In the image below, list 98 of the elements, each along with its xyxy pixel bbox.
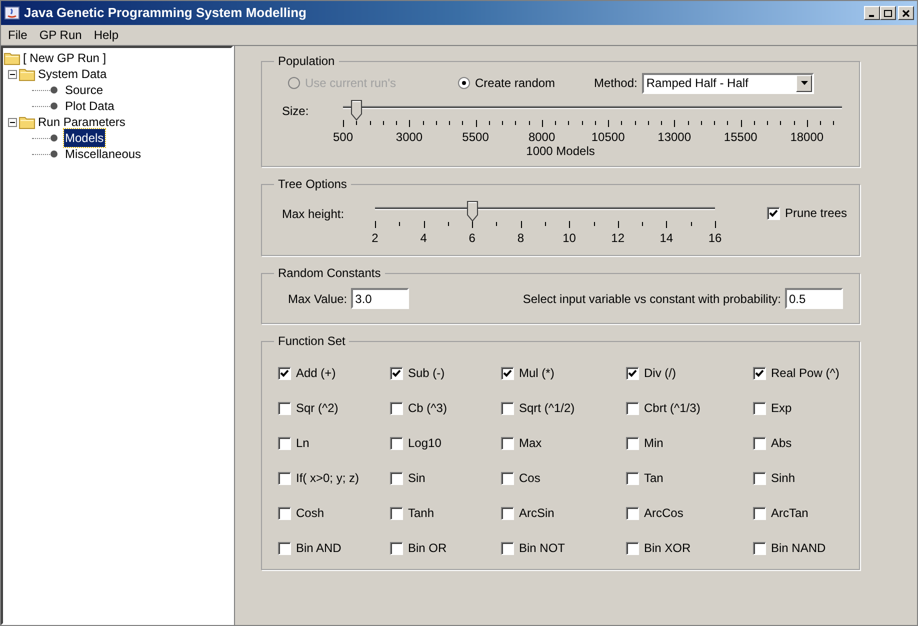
field-label: Select input variable vs constant with probability: <box>522 290 781 308</box>
function-checkbox[interactable]: Log10 <box>390 434 501 452</box>
check-icon <box>392 368 401 378</box>
group-title: Random Constants <box>277 265 382 282</box>
menu-item[interactable]: Help <box>88 26 124 44</box>
function-checkbox[interactable]: Cosh <box>278 504 390 522</box>
function-checkbox[interactable]: Sinh <box>753 469 847 487</box>
group-title: Population <box>277 53 336 70</box>
dot-icon <box>50 134 58 142</box>
tree-item[interactable]: [ New GP Run ] <box>22 49 108 67</box>
group-title: Function Set <box>277 333 346 350</box>
function-checkbox[interactable]: Tanh <box>390 504 501 522</box>
radio-button[interactable]: Create random <box>458 74 588 92</box>
folder-icon <box>19 67 35 81</box>
check-icon <box>628 368 637 378</box>
dot-icon <box>50 86 58 94</box>
max-height-label: Max height: <box>281 206 346 223</box>
function-checkbox[interactable]: Exp <box>753 399 847 417</box>
prune-checkbox[interactable]: Prune trees <box>766 204 847 222</box>
function-checkbox[interactable]: Bin NOT <box>501 539 626 557</box>
minimize-button[interactable] <box>864 6 880 20</box>
collapse-icon[interactable] <box>8 118 17 126</box>
function-checkbox[interactable]: Ln <box>278 434 390 452</box>
function-checkbox[interactable]: Max <box>501 434 626 452</box>
slider-thumb[interactable] <box>350 100 362 121</box>
dot-icon <box>50 150 58 158</box>
function-checkbox[interactable]: Sub (-) <box>390 364 501 382</box>
function-checkbox[interactable]: If( x>0; y; z) <box>278 469 390 487</box>
function-checkbox[interactable]: Cos <box>501 469 626 487</box>
tick-label: 4 <box>420 230 427 247</box>
slider-thumb[interactable] <box>467 201 478 222</box>
function-checkbox[interactable]: Cbrt (^1/3) <box>626 399 753 417</box>
tick-label: 10 <box>562 230 576 247</box>
tick-label: 2 <box>372 230 378 247</box>
tree-item[interactable]: Miscellaneous <box>64 145 142 163</box>
dot-icon <box>50 102 58 110</box>
function-checkbox[interactable]: Abs <box>753 434 847 452</box>
window-title: Java Genetic Programming System Modelling <box>24 4 306 22</box>
tree-item[interactable]: Plot Data <box>64 97 116 115</box>
maximize-icon <box>884 10 892 16</box>
tick-label: 500 <box>332 129 354 146</box>
function-checkbox[interactable]: ArcTan <box>753 504 847 522</box>
function-checkbox[interactable]: ArcSin <box>501 504 626 522</box>
slider[interactable]: 2 4 6 8 10 12 14 16 <box>370 201 720 245</box>
check-icon <box>768 208 778 218</box>
tick-label: 10500 <box>591 129 625 146</box>
field-label: Max Value: <box>288 290 348 308</box>
function-checkbox[interactable]: Sqr (^2) <box>278 399 390 417</box>
tick-label: 14 <box>660 230 674 247</box>
check-icon <box>503 368 512 378</box>
menu-item[interactable]: GP Run <box>34 26 87 44</box>
function-checkbox[interactable]: Tan <box>626 469 753 487</box>
tree-item[interactable]: Source <box>64 81 104 99</box>
menu-item[interactable]: File <box>3 26 32 44</box>
close-icon <box>902 10 910 16</box>
size-reading: 1000 Models <box>526 143 595 160</box>
dropdown-arrow-icon <box>800 81 808 85</box>
tick-label: 3000 <box>396 129 423 146</box>
size-label: Size: <box>281 103 310 120</box>
function-checkbox[interactable]: Div (/) <box>626 364 753 382</box>
function-checkbox[interactable]: Bin NAND <box>753 539 847 557</box>
maximize-button[interactable] <box>880 6 896 20</box>
input-field[interactable]: 0.5 <box>785 288 843 309</box>
check-icon <box>755 368 764 378</box>
tree-item[interactable]: System Data <box>37 65 108 83</box>
tick-label: 6 <box>468 230 476 247</box>
collapse-icon[interactable] <box>8 70 17 78</box>
function-checkbox[interactable]: Real Pow (^) <box>753 364 847 382</box>
close-button[interactable] <box>898 6 914 20</box>
group-title: Tree Options <box>277 176 348 193</box>
app-icon <box>4 5 20 21</box>
function-checkbox[interactable]: Bin OR <box>390 539 501 557</box>
function-checkbox[interactable]: Add (+) <box>278 364 390 382</box>
disabled-state: Create random <box>475 75 556 92</box>
function-checkbox[interactable]: Bin XOR <box>626 539 753 557</box>
tick-label: 5500 <box>462 129 489 146</box>
function-checkbox[interactable]: Mul (*) <box>501 364 626 382</box>
function-checkbox[interactable]: Cb (^3) <box>390 399 501 417</box>
input-field[interactable]: 3.0 <box>351 288 410 309</box>
folder-icon <box>19 115 35 129</box>
function-checkbox[interactable]: ArcCos <box>626 504 753 522</box>
check-icon <box>280 368 289 378</box>
function-checkbox[interactable]: Sin <box>390 469 501 487</box>
tick-label: 8000 <box>528 129 556 146</box>
function-checkbox[interactable]: Bin AND <box>278 539 390 557</box>
tick-label: 8 <box>517 230 524 247</box>
method-label: Method: <box>594 75 638 92</box>
tick-label: 15500 <box>724 129 758 146</box>
tick-label: 16 <box>708 230 722 247</box>
tick-label: 18000 <box>790 129 824 146</box>
tree-item[interactable]: Models <box>64 129 105 147</box>
tick-label: 13000 <box>658 129 692 146</box>
function-checkbox[interactable]: Sqrt (^1/2) <box>501 399 626 417</box>
tick-label: 12 <box>611 230 625 247</box>
folder-icon <box>4 51 20 65</box>
function-checkbox[interactable]: Min <box>626 434 753 452</box>
tree-item[interactable]: Run Parameters <box>37 113 126 131</box>
method-dropdown[interactable]: Ramped Half - Half <box>642 72 814 94</box>
